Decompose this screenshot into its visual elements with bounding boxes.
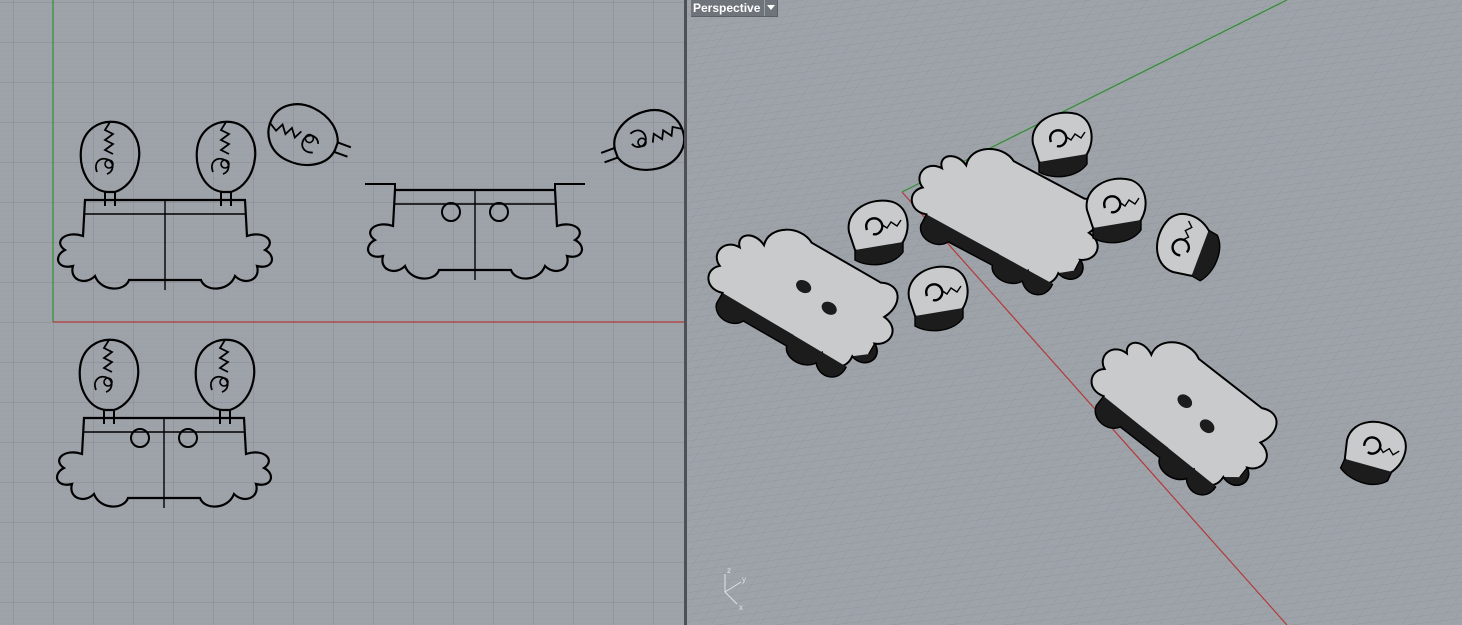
viewport-title-tab[interactable]: Perspective <box>691 0 779 17</box>
rhino-workspace: z y x Perspective <box>0 0 1462 625</box>
crab-solid-2-claw-a[interactable] <box>1031 111 1093 178</box>
axis-label-z: z <box>727 566 731 575</box>
top-viewport-canvas[interactable] <box>0 0 684 625</box>
perspective-viewport-canvas[interactable]: z y x <box>687 0 1462 625</box>
top-viewport[interactable] <box>0 0 684 625</box>
axis-label-y: y <box>742 575 746 584</box>
crab-solid-2-claw-b[interactable] <box>1085 177 1147 244</box>
crab-solid-1-claw-b[interactable] <box>907 265 969 332</box>
dropdown-caret-icon[interactable] <box>764 0 777 16</box>
viewport-title[interactable]: Perspective <box>691 0 764 16</box>
perspective-viewport[interactable]: z y x Perspective <box>687 0 1462 625</box>
axis-label-x: x <box>739 603 743 612</box>
crab-solid-1-claw-a[interactable] <box>847 199 909 266</box>
